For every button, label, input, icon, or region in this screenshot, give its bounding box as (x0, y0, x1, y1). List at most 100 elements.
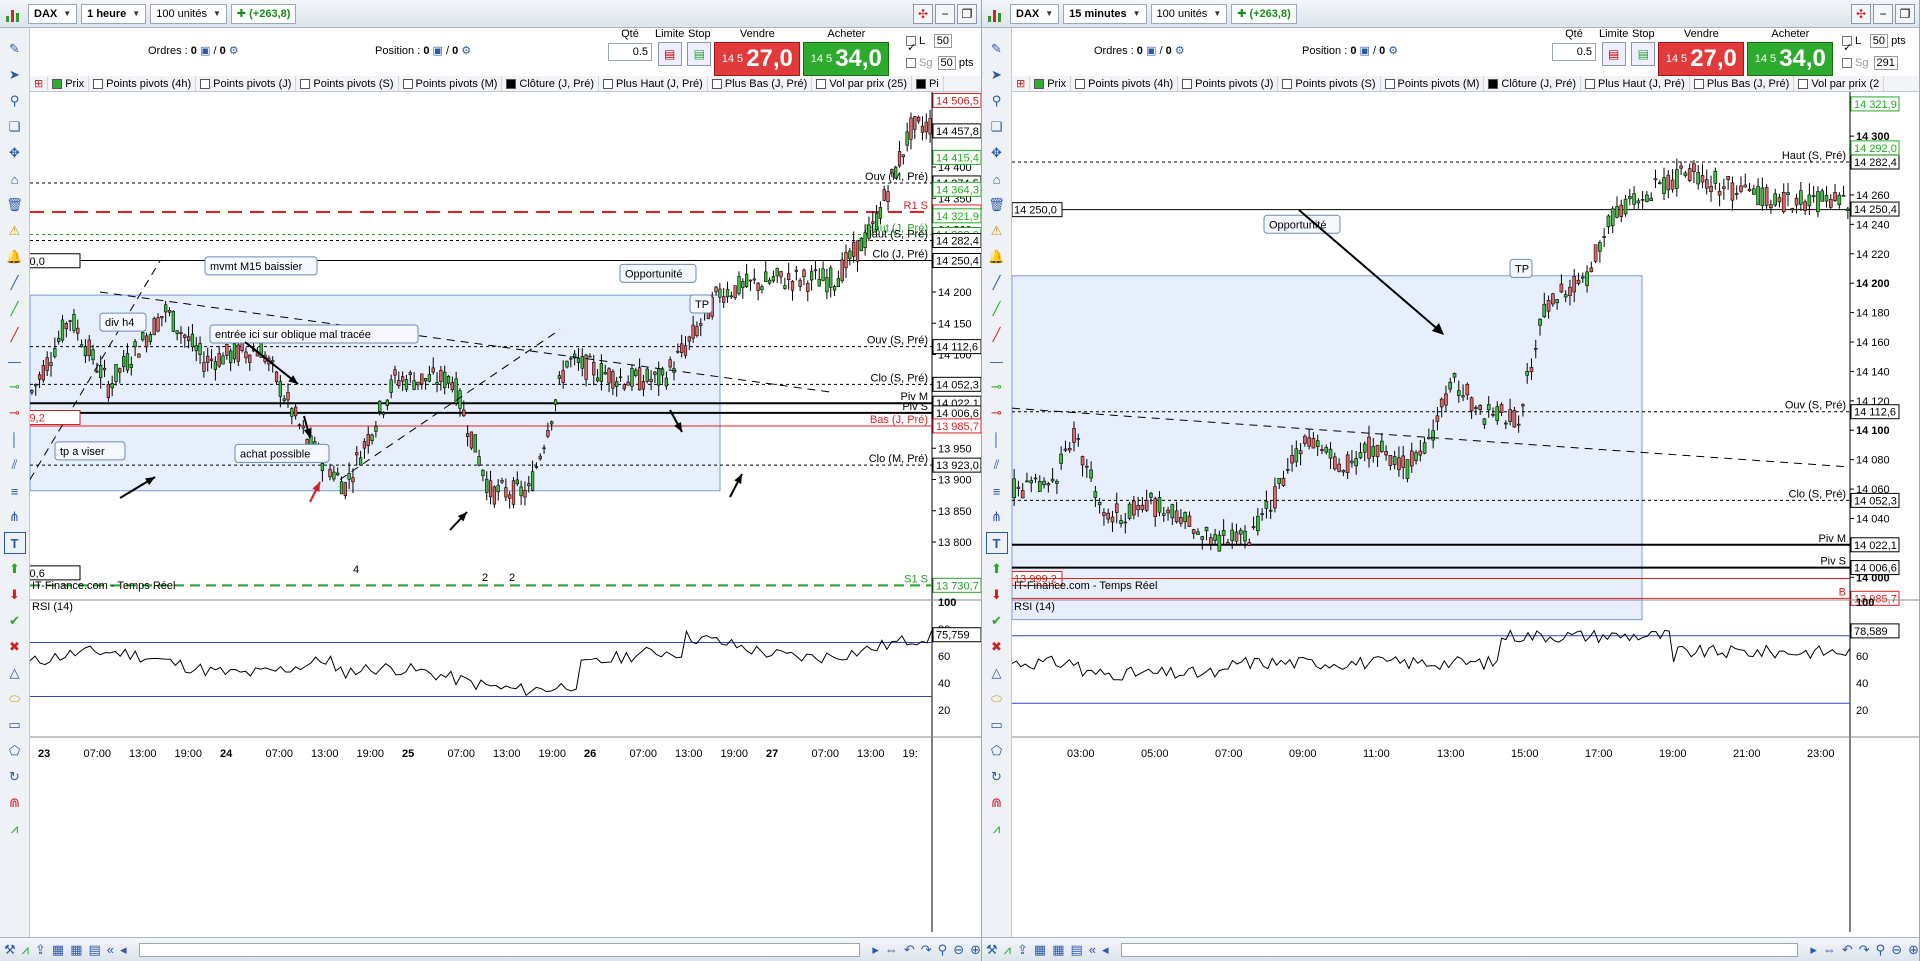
checkbox-sg[interactable] (906, 58, 916, 69)
scroll-left-icon[interactable]: « (107, 942, 114, 957)
indicator-item[interactable]: Prix (48, 76, 90, 91)
text-icon[interactable]: T (985, 532, 1008, 554)
option-sg[interactable]: Sg 50 pts (906, 52, 974, 74)
option-l[interactable]: ✓L 50 pts (1842, 30, 1906, 54)
line-tool-icon[interactable]: ╱ (986, 272, 1008, 294)
checkbox-l[interactable]: ✓ (1842, 36, 1852, 54)
trash-icon[interactable]: 🗑 (4, 194, 26, 216)
orders-icon[interactable]: ▣ (200, 45, 210, 57)
indicator-item[interactable]: Points pivots (S) (296, 76, 399, 91)
zoom-fit-icon[interactable]: ⚲ (938, 942, 948, 958)
red-line-icon[interactable]: ╱ (4, 324, 26, 346)
triangle-icon[interactable]: △ (986, 662, 1008, 684)
limit-order-button[interactable]: ▤ (657, 42, 682, 66)
arrow-right-icon[interactable]: ▸ (1810, 942, 1817, 958)
restore-button[interactable]: ❐ (1895, 4, 1915, 24)
timeframe-selector[interactable]: 15 minutes ▼ (1063, 3, 1147, 24)
arrow-up-icon[interactable]: ⬆ (986, 558, 1008, 580)
undo-icon[interactable]: ↶ (1842, 942, 1853, 958)
fibonacci-icon[interactable]: ≡ (4, 480, 26, 502)
indicator-item[interactable]: Points pivots (J) (196, 76, 297, 91)
tools-icon[interactable]: ⚒ (4, 942, 16, 958)
line-tool-icon[interactable]: ╱ (4, 272, 26, 294)
scroll-left-icon[interactable]: « (1089, 942, 1096, 957)
rectangle-icon[interactable]: ▭ (4, 714, 26, 736)
pitchfork-icon[interactable]: ⋔ (4, 506, 26, 528)
green-line-icon[interactable]: ╱ (986, 298, 1008, 320)
copy-icon[interactable]: ❏ (986, 116, 1008, 138)
zoom-icon[interactable]: ⚲ (4, 90, 26, 112)
rotate-icon[interactable]: ↻ (986, 766, 1008, 788)
bars-icon[interactable]: ▤ (1071, 942, 1083, 958)
calendar-icon[interactable]: ▦ (1034, 942, 1046, 958)
fit-icon[interactable]: ⇔ (1823, 942, 1836, 957)
option-sg[interactable]: Sg 291 (1842, 52, 1906, 74)
red-hline-icon[interactable]: ⊸ (4, 402, 26, 424)
fibonacci-icon[interactable]: ≡ (986, 480, 1008, 502)
indicator-item[interactable]: Points pivots (4h) (1071, 76, 1179, 91)
pattern-icon[interactable]: ⩘ (4, 818, 26, 840)
qty-input[interactable]: 0.5 (1552, 43, 1596, 61)
indicator-item[interactable]: Vol par prix (2 (1794, 76, 1885, 91)
arrow-down-icon[interactable]: ⬇ (986, 584, 1008, 606)
indicator-item[interactable]: Points pivots (J) (1178, 76, 1279, 91)
qty-input[interactable]: 0.5 (608, 43, 652, 61)
share-icon[interactable]: ⇪ (35, 942, 46, 958)
orders-icon[interactable]: ▣ (1146, 45, 1156, 57)
position-icon[interactable]: ▣ (433, 45, 443, 57)
vertical-line-icon[interactable]: │ (4, 428, 26, 450)
checkbox-l[interactable]: ✓ (906, 36, 916, 54)
link-icon[interactable]: ✣ (1851, 4, 1871, 24)
gear-icon[interactable]: ⚙ (1175, 45, 1185, 57)
units-selector[interactable]: 100 unités ▼ (150, 3, 227, 24)
indicator-item[interactable]: Prix (1030, 76, 1072, 91)
red-hline-icon[interactable]: ⊸ (986, 402, 1008, 424)
indicator-item[interactable]: Plus Haut (J, Pré) (1581, 76, 1690, 91)
cross-icon[interactable]: ✖ (4, 636, 26, 658)
add-indicator-icon[interactable]: ⊞ (1012, 77, 1031, 90)
gear-icon[interactable]: ⚙ (229, 45, 239, 57)
symbol-selector[interactable]: DAX ▼ (28, 3, 78, 24)
cursor-icon[interactable]: ➤ (4, 64, 26, 86)
arrow-right-icon[interactable]: ▸ (872, 942, 879, 958)
price-chart-15m[interactable]: 14 30014 28014 26014 24014 22014 20014 1… (1012, 92, 1920, 937)
triangle-icon[interactable]: △ (4, 662, 26, 684)
zoom-in-icon[interactable]: ⊕ (970, 942, 981, 958)
text-icon[interactable]: T (3, 532, 26, 554)
pts-input-1[interactable]: 50 (933, 34, 953, 48)
calendar-icon[interactable]: ▦ (52, 942, 64, 958)
pencil-icon[interactable]: ✎ (986, 38, 1008, 60)
indicator-item[interactable]: Plus Bas (J, Pré) (708, 76, 813, 91)
ellipse-icon[interactable]: ⬭ (4, 688, 26, 710)
pencil-icon[interactable]: ✎ (4, 38, 26, 60)
option-l[interactable]: ✓L 50 (906, 30, 974, 54)
redo-icon[interactable]: ↷ (921, 942, 932, 958)
buy-button[interactable]: 14 5 34,0 (1747, 42, 1834, 76)
red-line-icon[interactable]: ╱ (986, 324, 1008, 346)
move-icon[interactable]: ✥ (986, 142, 1008, 164)
indicator-item[interactable]: Plus Bas (J, Pré) (1690, 76, 1795, 91)
gear-icon[interactable]: ⚙ (1388, 45, 1398, 57)
green-line-icon[interactable]: ╱ (4, 298, 26, 320)
check-icon[interactable]: ✔ (986, 610, 1008, 632)
tools-icon[interactable]: ⚒ (986, 942, 998, 958)
vertical-line-icon[interactable]: │ (986, 428, 1008, 450)
add-indicator-icon[interactable]: ⊞ (30, 77, 49, 90)
share-icon[interactable]: ⇪ (1017, 942, 1028, 958)
grid-icon[interactable]: ▦ (1052, 942, 1064, 958)
arrow-up-icon[interactable]: ⬆ (4, 558, 26, 580)
indicator-item[interactable]: Clôture (J, Pré) (1484, 76, 1581, 91)
indicator-item[interactable]: Points pivots (S) (1278, 76, 1381, 91)
bars-icon[interactable]: ▤ (89, 942, 101, 958)
rectangle-icon[interactable]: ▭ (986, 714, 1008, 736)
pattern-icon[interactable]: ⩘ (986, 818, 1008, 840)
indicator-item[interactable]: Points pivots (M) (1381, 76, 1485, 91)
ellipse-icon[interactable]: ⬭ (986, 688, 1008, 710)
green-hline-icon[interactable]: ⊸ (4, 376, 26, 398)
indicator-item[interactable]: Vol par prix (25) (812, 76, 912, 91)
restore-button[interactable]: ❐ (957, 4, 977, 24)
horizontal-line-icon[interactable]: — (986, 350, 1008, 372)
minimize-button[interactable]: − (935, 4, 955, 24)
polygon-icon[interactable]: ⬠ (986, 740, 1008, 762)
channel-icon[interactable]: ⫽ (4, 454, 26, 476)
